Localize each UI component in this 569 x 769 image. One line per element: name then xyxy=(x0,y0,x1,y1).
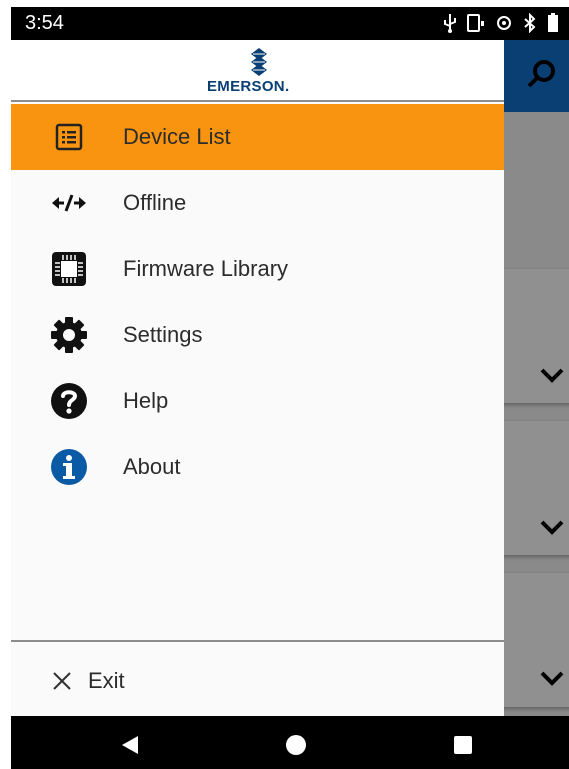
info-icon xyxy=(49,449,89,485)
emerson-logo: EMERSON. xyxy=(203,48,313,98)
drawer-header: EMERSON. xyxy=(11,40,504,102)
navigation-drawer: EMERSON. Device List Offline Firmware Li… xyxy=(11,40,504,716)
exit-label: Exit xyxy=(88,668,125,693)
emerson-logo-icon xyxy=(251,48,267,76)
menu-label: Settings xyxy=(123,322,203,347)
back-icon[interactable] xyxy=(119,734,141,756)
drawer-footer: Exit xyxy=(11,640,504,716)
logo-text: EMERSON. xyxy=(207,78,290,95)
bluetooth-icon xyxy=(523,12,537,34)
drawer-menu: Device List Offline Firmware Library Set… xyxy=(11,104,504,500)
sync-icon xyxy=(495,12,513,34)
search-icon[interactable] xyxy=(523,56,561,94)
chevron-down-icon xyxy=(540,520,564,535)
menu-item-settings[interactable]: Settings xyxy=(11,302,504,368)
usb-icon xyxy=(443,12,457,34)
menu-item-firmware-library[interactable]: Firmware Library xyxy=(11,236,504,302)
exit-button[interactable]: Exit xyxy=(11,642,504,718)
status-time: 3:54 xyxy=(25,12,64,34)
offline-icon xyxy=(49,185,89,221)
chevron-down-icon xyxy=(540,671,564,686)
gear-icon xyxy=(49,317,89,353)
menu-label: Help xyxy=(123,388,169,413)
status-icons xyxy=(443,12,559,34)
menu-item-offline[interactable]: Offline xyxy=(11,170,504,236)
menu-item-help[interactable]: Help xyxy=(11,368,504,434)
menu-label: Offline xyxy=(123,190,187,215)
battery-icon xyxy=(547,12,559,34)
menu-label: Firmware Library xyxy=(123,256,289,281)
home-icon[interactable] xyxy=(285,734,307,756)
status-bar: 3:54 xyxy=(11,7,569,40)
chevron-down-icon xyxy=(540,368,564,383)
close-icon xyxy=(53,672,71,690)
list-icon xyxy=(49,119,89,155)
recents-icon[interactable] xyxy=(452,734,474,756)
menu-item-device-list[interactable]: Device List xyxy=(11,104,504,170)
menu-label: About xyxy=(123,454,181,479)
menu-label: Device List xyxy=(123,124,231,149)
chip-icon xyxy=(49,251,89,287)
screen-rotate-icon xyxy=(467,12,485,34)
menu-item-about[interactable]: About xyxy=(11,434,504,500)
system-nav-bar xyxy=(11,716,569,769)
help-icon xyxy=(49,383,89,419)
